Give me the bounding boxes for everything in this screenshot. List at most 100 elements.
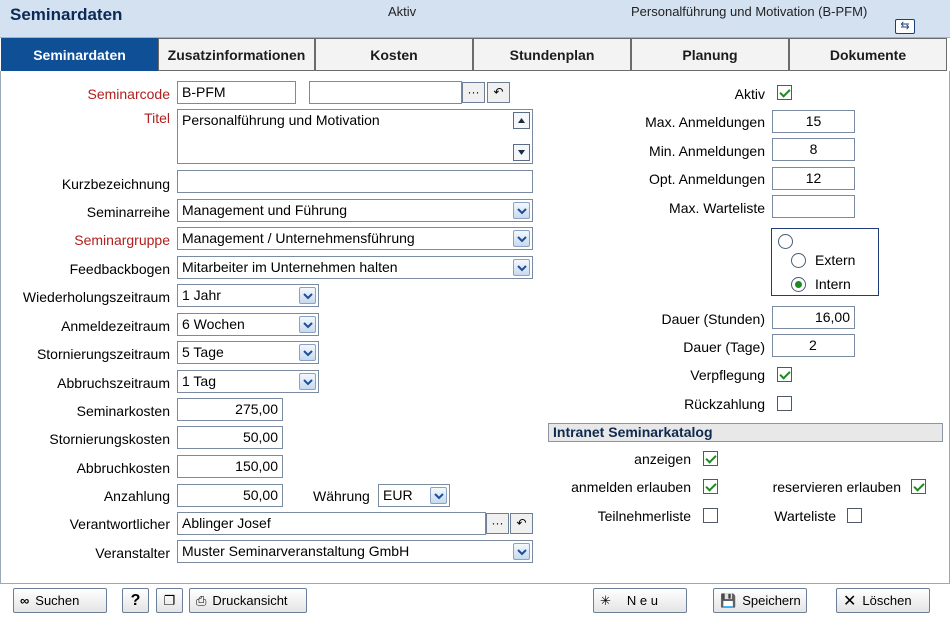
stornierungszeitraum-select[interactable]: 5 Tage xyxy=(177,341,319,364)
wiederholungszeitraum-label: Wiederholungszeitraum xyxy=(22,289,170,305)
neu-button[interactable]: ✳ N e u xyxy=(593,588,687,613)
printer-icon: ⎙ xyxy=(196,592,207,608)
chevron-down-icon[interactable] xyxy=(513,230,530,247)
seminar-name-label: Personalführung und Motivation (B-PFM) xyxy=(631,4,868,19)
anzeigen-checkbox[interactable] xyxy=(703,451,718,466)
reservieren-erlauben-checkbox[interactable] xyxy=(911,479,926,494)
scroll-down-icon[interactable] xyxy=(513,144,530,161)
more-options-button[interactable]: ··· xyxy=(462,82,485,103)
intranet-section-header: Intranet Seminarkatalog xyxy=(548,423,943,442)
tab-seminardaten[interactable]: Seminardaten xyxy=(1,38,158,71)
seminarreihe-value: Management und Führung xyxy=(182,202,347,218)
seminarcode-input[interactable]: B-PFM xyxy=(177,81,296,104)
save-icon: 💾 xyxy=(720,592,737,608)
tab-zusatzinformationen[interactable]: Zusatzinformationen xyxy=(158,38,315,71)
abbruchszeitraum-value: 1 Tag xyxy=(182,373,216,389)
feedbackbogen-value: Mitarbeiter im Unternehmen halten xyxy=(182,259,398,275)
speichern-button[interactable]: 💾 Speichern xyxy=(713,588,807,613)
anzeigen-label: anzeigen xyxy=(634,451,691,467)
anmeldezeitraum-label: Anmeldezeitraum xyxy=(61,318,170,334)
chevron-down-icon[interactable] xyxy=(299,344,316,361)
druckansicht-label: Druckansicht xyxy=(212,593,288,608)
waehrung-label: Währung xyxy=(313,488,370,504)
opt-anmeldungen-input[interactable]: 12 xyxy=(772,167,855,190)
reservieren-erlauben-label: reservieren erlauben xyxy=(772,479,901,495)
speichern-label: Speichern xyxy=(742,593,801,608)
page-title: Seminardaten xyxy=(10,5,123,24)
chevron-down-icon[interactable] xyxy=(513,259,530,276)
anzahlung-label: Anzahlung xyxy=(103,488,170,504)
titel-label: Titel xyxy=(144,110,170,126)
delete-x-icon: ✕ xyxy=(843,592,857,610)
scroll-up-icon[interactable] xyxy=(513,112,530,129)
warteliste-checkbox[interactable] xyxy=(847,508,862,523)
warteliste-label: Warteliste xyxy=(774,508,836,524)
loeschen-button[interactable]: ✕ Löschen xyxy=(836,588,930,613)
swap-icon[interactable]: ⇆ xyxy=(895,19,915,34)
seminarcode-label: Seminarcode xyxy=(87,86,171,102)
dauer-stunden-input[interactable]: 16,00 xyxy=(772,306,855,329)
status-label: Aktiv xyxy=(388,4,417,19)
dauer-tage-input[interactable]: 2 xyxy=(772,334,855,357)
verpflegung-checkbox[interactable] xyxy=(777,367,792,382)
wiederholungszeitraum-value: 1 Jahr xyxy=(182,287,221,303)
stornierungskosten-input[interactable]: 50,00 xyxy=(177,426,283,449)
dauer-stunden-label: Dauer (Stunden) xyxy=(661,311,765,327)
tab-planung[interactable]: Planung xyxy=(631,38,789,71)
seminarcode-secondary-input[interactable] xyxy=(309,81,462,104)
help-button[interactable]: ? xyxy=(122,588,149,613)
seminarreihe-select[interactable]: Management und Führung xyxy=(177,199,533,222)
tab-dokumente[interactable]: Dokumente xyxy=(789,38,947,71)
chevron-down-icon[interactable] xyxy=(299,316,316,333)
waehrung-select[interactable]: EUR xyxy=(378,484,450,507)
titel-textarea[interactable]: Personalführung und Motivation xyxy=(177,109,533,164)
chevron-down-icon[interactable] xyxy=(430,487,447,504)
anmelden-erlauben-checkbox[interactable] xyxy=(703,479,718,494)
max-warteliste-input[interactable] xyxy=(772,195,855,218)
seminargruppe-value: Management / Unternehmensführung xyxy=(182,230,415,246)
copy-button[interactable]: ❐ xyxy=(156,588,183,613)
aktiv-checkbox[interactable] xyxy=(777,85,792,100)
copy-icon: ❐ xyxy=(163,592,176,608)
more-options-button[interactable]: ··· xyxy=(486,513,509,534)
chevron-down-icon[interactable] xyxy=(513,543,530,560)
veranstalter-select[interactable]: Muster Seminarveranstaltung GmbH xyxy=(177,540,533,563)
seminargruppe-select[interactable]: Management / Unternehmensführung xyxy=(177,227,533,250)
max-anmeldungen-input[interactable]: 15 xyxy=(772,110,855,133)
chevron-down-icon[interactable] xyxy=(299,287,316,304)
radio-extern[interactable] xyxy=(791,253,806,268)
chevron-down-icon[interactable] xyxy=(513,202,530,219)
feedbackbogen-select[interactable]: Mitarbeiter im Unternehmen halten xyxy=(177,256,533,279)
abbruchkosten-input[interactable]: 150,00 xyxy=(177,455,283,478)
tab-kosten[interactable]: Kosten xyxy=(315,38,473,71)
rueckzahlung-checkbox[interactable] xyxy=(777,396,792,411)
abbruchszeitraum-select[interactable]: 1 Tag xyxy=(177,370,319,393)
titel-text: Personalführung und Motivation xyxy=(182,112,380,128)
veranstalter-label: Veranstalter xyxy=(95,545,170,561)
wiederholungszeitraum-select[interactable]: 1 Jahr xyxy=(177,284,319,307)
anmeldezeitraum-select[interactable]: 6 Wochen xyxy=(177,313,319,336)
druckansicht-button[interactable]: ⎙ Druckansicht xyxy=(189,588,307,613)
undo-icon[interactable]: ↶ xyxy=(487,82,510,103)
seminarreihe-label: Seminarreihe xyxy=(86,204,170,220)
kurzbezeichnung-label: Kurzbezeichnung xyxy=(61,176,170,192)
stornierungszeitraum-value: 5 Tage xyxy=(182,344,224,360)
teilnehmerliste-checkbox[interactable] xyxy=(703,508,718,523)
suchen-button[interactable]: ∞ Suchen xyxy=(13,588,107,613)
tab-stundenplan[interactable]: Stundenplan xyxy=(473,38,631,71)
chevron-down-icon[interactable] xyxy=(299,373,316,390)
feedbackbogen-label: Feedbackbogen xyxy=(69,261,170,277)
seminarkosten-input[interactable]: 275,00 xyxy=(177,398,283,421)
neu-label: N e u xyxy=(626,593,658,608)
undo-icon[interactable]: ↶ xyxy=(510,513,533,534)
radio-none[interactable] xyxy=(778,234,793,249)
verantwortlicher-input[interactable]: Ablinger Josef xyxy=(177,512,486,535)
verpflegung-label: Verpflegung xyxy=(690,367,765,383)
anzahlung-input[interactable]: 50,00 xyxy=(177,484,283,507)
min-anmeldungen-input[interactable]: 8 xyxy=(772,138,855,161)
new-star-icon: ✳ xyxy=(600,592,611,608)
opt-anmeldungen-label: Opt. Anmeldungen xyxy=(649,171,765,187)
radio-intern[interactable] xyxy=(791,277,806,292)
radio-extern-label: Extern xyxy=(815,252,856,268)
kurzbezeichnung-input[interactable] xyxy=(177,170,533,193)
